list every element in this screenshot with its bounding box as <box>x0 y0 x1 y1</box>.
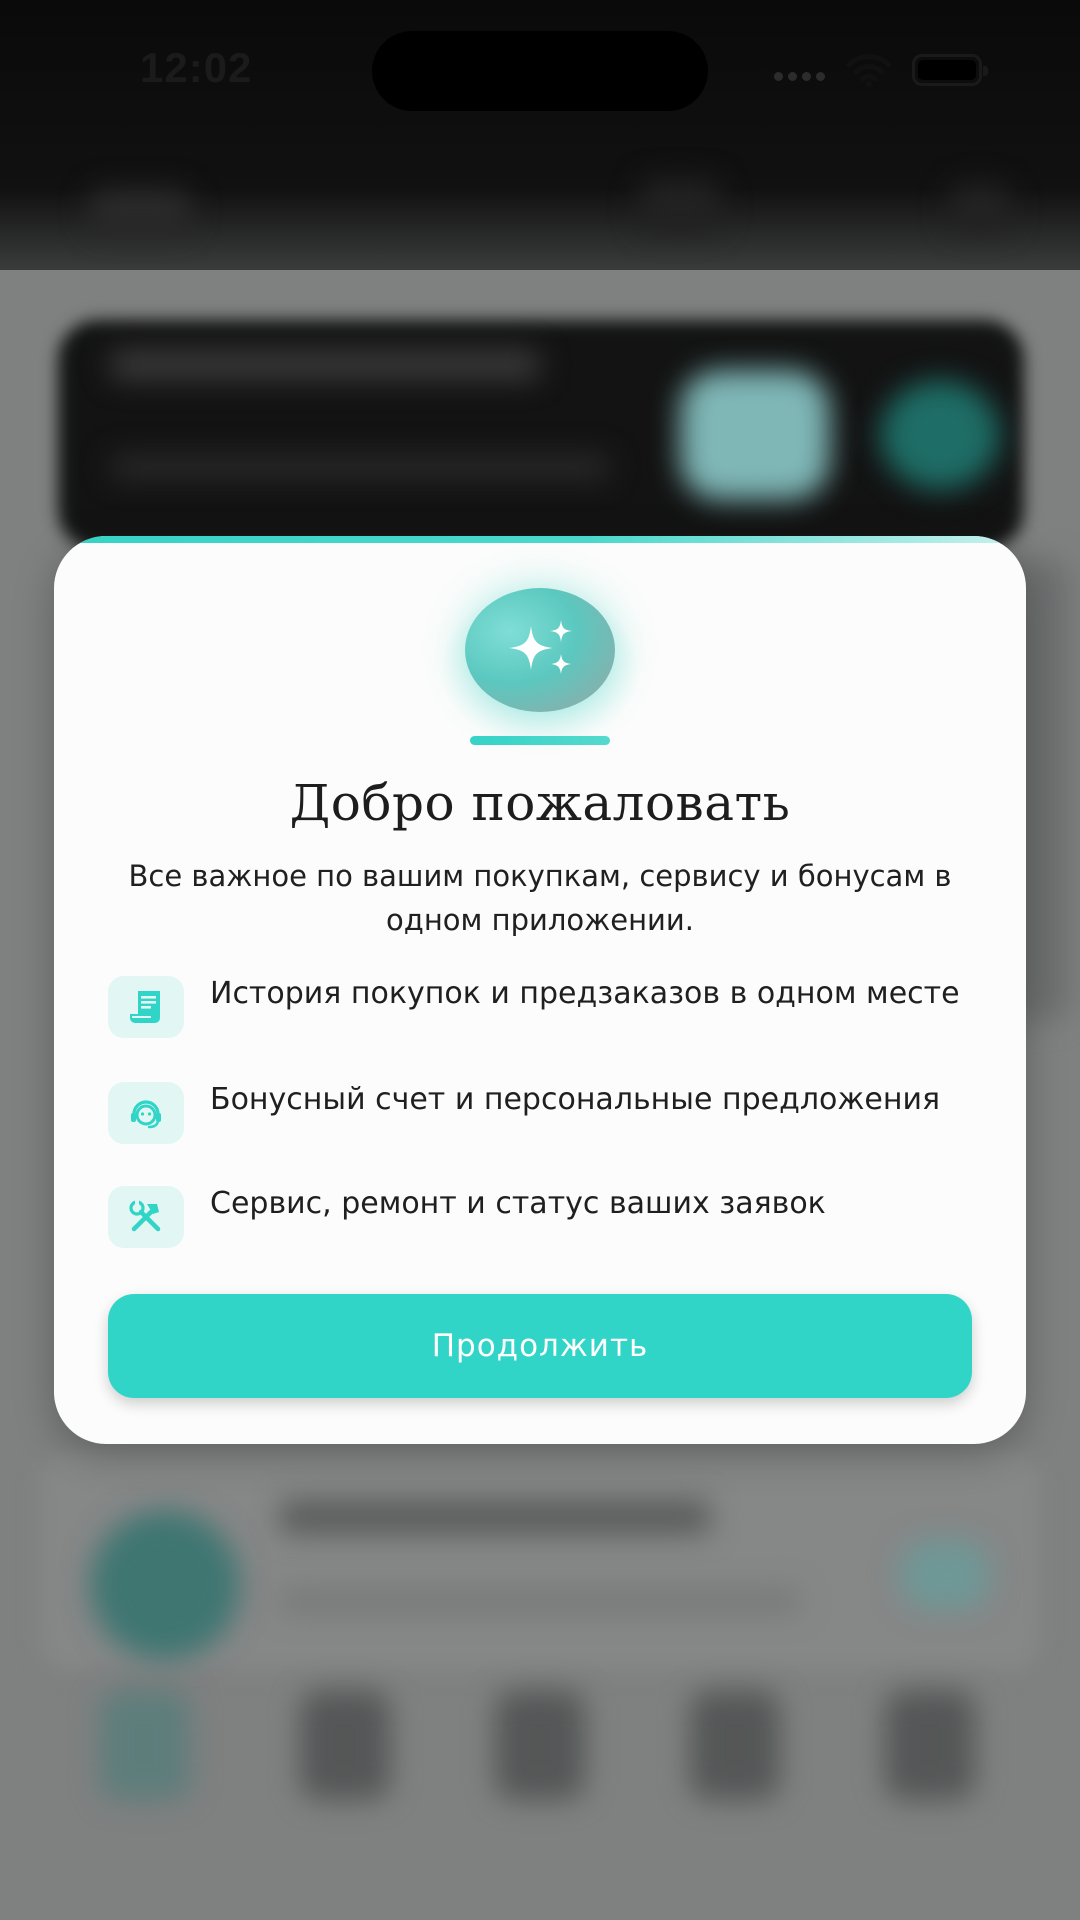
background-tab-item <box>495 1690 585 1800</box>
background-card-text <box>110 350 540 380</box>
background-card-image <box>680 370 830 500</box>
background-tab-item <box>885 1690 975 1800</box>
tools-icon <box>108 1186 184 1248</box>
background-header-element <box>950 185 1010 230</box>
background-avatar <box>90 1510 240 1660</box>
dynamic-island <box>372 31 708 111</box>
background-tab-item <box>100 1690 190 1800</box>
background-header-element <box>90 190 190 230</box>
status-time: 12:02 <box>140 44 253 91</box>
status-bar: 12:02 <box>0 0 1080 140</box>
background-header-element <box>640 180 720 230</box>
wifi-icon <box>846 54 892 87</box>
continue-button[interactable]: Продолжить <box>108 1294 972 1398</box>
background-tab-item <box>300 1690 390 1800</box>
background-card-text <box>110 455 610 479</box>
welcome-modal: Добро пожаловать Все важное по вашим пок… <box>54 536 1026 1444</box>
support-agent-icon <box>108 1082 184 1144</box>
background-lower-button <box>900 1540 990 1610</box>
battery-full-icon <box>912 54 988 86</box>
modal-title: Добро пожаловать <box>289 774 791 832</box>
signal-dots-icon <box>774 72 825 81</box>
feature-text: Бонусный счет и персональные предложения <box>210 1082 940 1117</box>
modal-accent-bar <box>54 536 1026 543</box>
background-card-button <box>880 380 1000 490</box>
feature-text: Сервис, ремонт и статус ваших заявок <box>210 1186 826 1221</box>
background-lower-text <box>280 1500 710 1534</box>
hero-underline <box>470 736 610 745</box>
background-tab-item <box>690 1690 780 1800</box>
background-lower-text <box>280 1590 800 1612</box>
receipt-icon <box>108 976 184 1038</box>
sparkles-icon <box>465 588 615 712</box>
feature-text: История покупок и предзаказов в одном ме… <box>210 976 960 1011</box>
modal-subtitle: Все важное по вашим покупкам, сервису и … <box>128 859 952 937</box>
continue-button-label: Продолжить <box>431 1328 649 1364</box>
